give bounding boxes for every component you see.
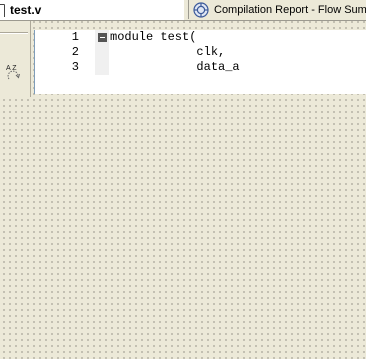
code-text: data_a	[110, 60, 240, 74]
code-line: 3 data_a	[35, 60, 366, 75]
toolbar-separator	[0, 32, 28, 34]
fold-gutter	[95, 60, 109, 75]
tab-compilation-report[interactable]: Compilation Report - Flow Summary	[188, 0, 366, 19]
line-number: 2	[71, 45, 79, 59]
line-number: 1	[71, 30, 79, 44]
code-line: 2 clk,	[35, 45, 366, 60]
code-line: 1 module test(	[35, 30, 366, 45]
tab-test-v[interactable]: test.v	[0, 0, 184, 20]
editor-toolbar: A Z	[0, 21, 31, 97]
fold-gutter	[95, 45, 109, 60]
line-number: 3	[71, 60, 79, 74]
code-text: clk,	[110, 45, 226, 59]
collapse-icon[interactable]	[98, 33, 107, 42]
sort-icon[interactable]: A Z	[5, 63, 23, 81]
tab-compilation-report-label: Compilation Report - Flow Summary	[214, 3, 366, 16]
code-editor[interactable]: 1 module test( 2 clk, 3 data_a	[34, 30, 366, 94]
file-icon	[0, 3, 6, 17]
tab-test-v-label: test.v	[10, 3, 42, 17]
compilation-report-icon	[193, 1, 209, 18]
document-tab-bar: test.v Compilation Report - Flow Summary	[0, 0, 366, 21]
code-text: module test(	[110, 30, 197, 44]
